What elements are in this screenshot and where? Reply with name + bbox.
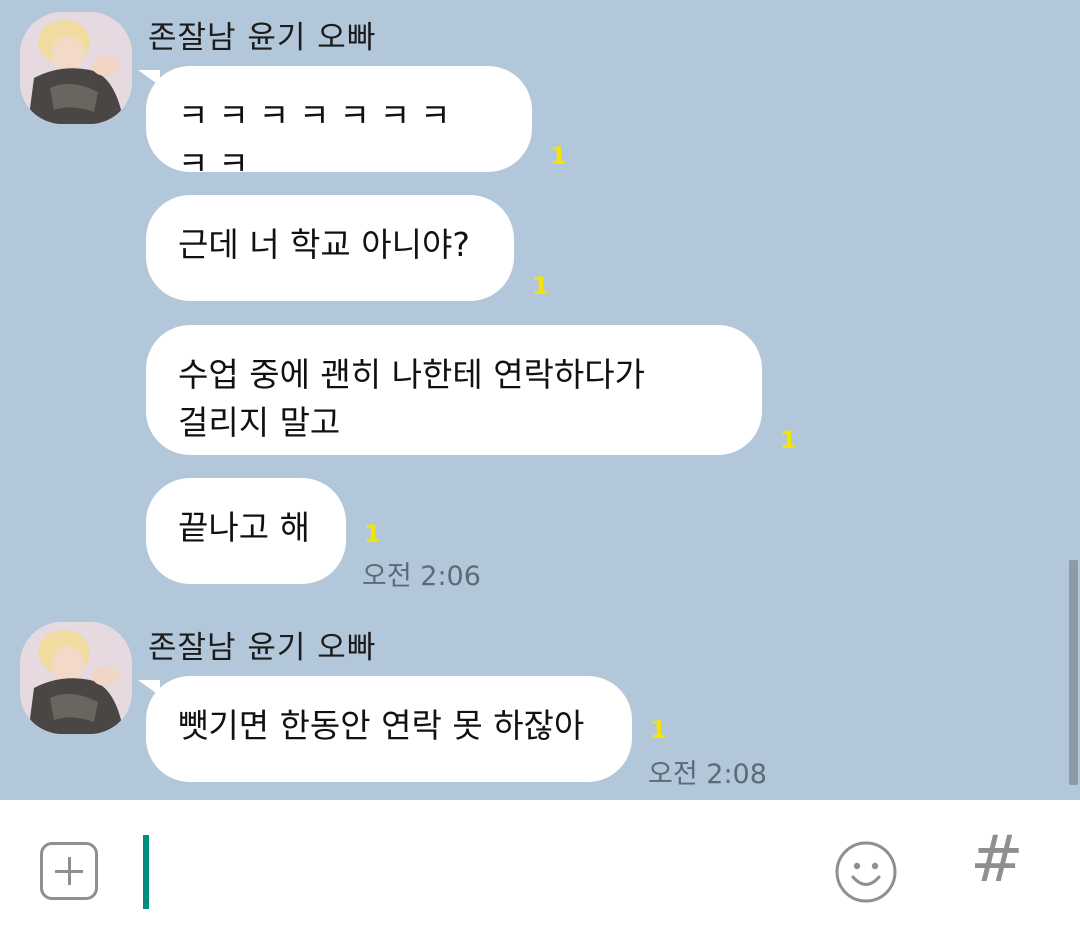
message-time: 오전 2:06: [362, 561, 481, 592]
emoji-icon[interactable]: [834, 840, 898, 908]
message-input[interactable]: [150, 830, 794, 916]
avatar-image: [20, 12, 132, 124]
message-bubble[interactable]: 수업 중에 괜히 나한테 연락하다가 걸리지 말고: [146, 325, 762, 455]
message-bubble[interactable]: 끝나고 해: [146, 478, 346, 584]
message-bubble[interactable]: 뺏기면 한동안 연락 못 하잖아: [146, 676, 632, 782]
plus-icon[interactable]: [40, 842, 98, 900]
sender-avatar[interactable]: [20, 622, 132, 734]
sender-name: 존잘남 윤기 오빠: [148, 20, 377, 56]
unread-count: 1: [650, 716, 667, 744]
text-cursor: [143, 835, 149, 909]
sender-avatar[interactable]: [20, 12, 132, 124]
scrollbar[interactable]: [1069, 560, 1078, 785]
avatar-image: [20, 622, 132, 734]
chat-area[interactable]: 존잘남 윤기 오빠 ㅋㅋㅋㅋㅋㅋㅋㅋㅋ 1 근데 너 학교 아니야? 1 수업 …: [0, 0, 1080, 800]
message-bubble[interactable]: 근데 너 학교 아니야?: [146, 195, 514, 301]
unread-count: 1: [780, 426, 797, 454]
sender-name: 존잘남 윤기 오빠: [148, 630, 377, 666]
message-time: 오전 2:08: [648, 759, 767, 790]
unread-count: 1: [550, 142, 567, 170]
unread-count: 1: [532, 272, 549, 300]
input-bar: #: [0, 800, 1080, 944]
unread-count: 1: [364, 520, 381, 548]
hash-icon[interactable]: #: [970, 828, 1024, 892]
message-bubble[interactable]: ㅋㅋㅋㅋㅋㅋㅋㅋㅋ: [146, 66, 532, 183]
